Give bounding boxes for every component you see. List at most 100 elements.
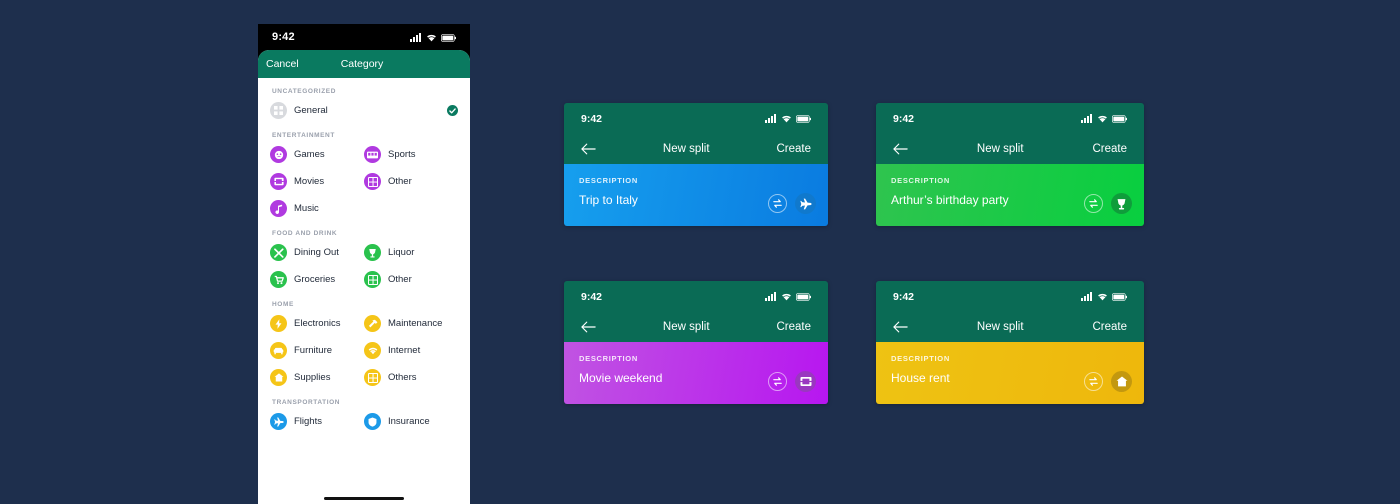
card-status-bar: 9:42 xyxy=(876,103,1144,134)
signal-icon xyxy=(765,292,776,301)
category-item-groceries[interactable]: Groceries xyxy=(270,271,364,288)
card-body: DESCRIPTION House rent xyxy=(876,342,1144,404)
category-item-liquor[interactable]: Liquor xyxy=(364,244,458,261)
swap-icon[interactable] xyxy=(768,194,787,213)
wifi-icon xyxy=(782,115,791,123)
category-sheet: Cancel Category UNCATEGORIZED General EN… xyxy=(258,50,470,504)
status-bar-icons xyxy=(1081,114,1127,123)
card-nav-bar: New split Create xyxy=(564,312,828,342)
category-section-entertainment: ENTERTAINMENT Games Sports Movies Other … xyxy=(270,132,458,217)
home-indicator xyxy=(324,497,404,500)
sheet-title: Category xyxy=(340,58,384,70)
back-arrow-icon[interactable] xyxy=(581,321,596,333)
swap-icon[interactable] xyxy=(1084,372,1103,391)
airplane-icon[interactable] xyxy=(795,193,816,214)
category-item-movies[interactable]: Movies xyxy=(270,173,364,190)
category-label: Movies xyxy=(294,176,325,187)
category-item-electronics[interactable]: Electronics xyxy=(270,315,364,332)
sofa-icon xyxy=(270,342,287,359)
category-label: Others xyxy=(388,372,417,383)
category-section-uncategorized: UNCATEGORIZED General xyxy=(270,88,458,119)
screenshot-stage: 9:42 Cancel Category UNCATEGORIZED Gener… xyxy=(0,0,1400,504)
split-card-trip-to-italy[interactable]: 9:42 New split Create DESCRIPTION Trip t… xyxy=(564,103,828,226)
back-arrow-icon[interactable] xyxy=(893,143,908,155)
hammer-icon xyxy=(364,315,381,332)
category-label: Furniture xyxy=(294,345,333,356)
battery-icon xyxy=(1112,115,1127,123)
category-label: Supplies xyxy=(294,372,331,383)
create-button[interactable]: Create xyxy=(776,143,811,155)
split-card-arthurs-birthday-party[interactable]: 9:42 New split Create DESCRIPTION Arthur… xyxy=(876,103,1144,226)
battery-icon xyxy=(796,115,811,123)
battery-icon xyxy=(1112,293,1127,301)
cancel-button[interactable]: Cancel xyxy=(266,58,299,70)
wifi-icon xyxy=(1098,293,1107,301)
status-bar-time: 9:42 xyxy=(893,290,915,303)
signal-icon xyxy=(1081,114,1092,123)
wine-glass-icon[interactable] xyxy=(1111,193,1132,214)
status-bar-time: 9:42 xyxy=(272,31,295,43)
wifi-icon xyxy=(427,34,436,41)
battery-icon xyxy=(441,33,456,42)
category-item-maintenance[interactable]: Maintenance xyxy=(364,315,458,332)
section-label: TRANSPORTATION xyxy=(272,399,341,406)
card-title: New split xyxy=(662,143,710,155)
category-item-general[interactable]: General xyxy=(270,102,458,119)
category-item-flights[interactable]: Flights xyxy=(270,413,364,430)
category-item-insurance[interactable]: Insurance xyxy=(364,413,458,430)
split-card-movie-weekend[interactable]: 9:42 New split Create DESCRIPTION Movie … xyxy=(564,281,828,404)
grid-icon xyxy=(270,102,287,119)
card-action-icons xyxy=(1084,193,1132,214)
signal-icon xyxy=(410,32,421,42)
category-item-dining-out[interactable]: Dining Out xyxy=(270,244,364,261)
back-arrow-icon[interactable] xyxy=(581,143,596,155)
category-item-games[interactable]: Games xyxy=(270,146,364,163)
signal-icon xyxy=(1081,292,1092,301)
music-note-icon xyxy=(270,200,287,217)
card-title: New split xyxy=(976,321,1024,333)
category-label: Other xyxy=(388,274,412,285)
phone-mockup: 9:42 Cancel Category UNCATEGORIZED Gener… xyxy=(258,24,470,504)
category-item-internet[interactable]: Internet xyxy=(364,342,458,359)
create-button[interactable]: Create xyxy=(776,321,811,333)
category-section-transportation: TRANSPORTATION Flights Insurance xyxy=(270,399,458,430)
split-card-house-rent[interactable]: 9:42 New split Create DESCRIPTION House … xyxy=(876,281,1144,404)
card-status-bar: 9:42 xyxy=(876,281,1144,312)
sheet-nav-bar: Cancel Category xyxy=(258,50,470,78)
category-item-furniture[interactable]: Furniture xyxy=(270,342,364,359)
card-nav-bar: New split Create xyxy=(564,134,828,164)
create-button[interactable]: Create xyxy=(1092,143,1127,155)
house-icon xyxy=(270,369,287,386)
category-item-music[interactable]: Music xyxy=(270,200,364,217)
house-icon[interactable] xyxy=(1111,371,1132,392)
section-label: UNCATEGORIZED xyxy=(272,88,337,95)
category-item-supplies[interactable]: Supplies xyxy=(270,369,364,386)
category-label: Maintenance xyxy=(388,318,443,329)
category-section-food-and-drink: FOOD AND DRINK Dining Out Liquor Groceri… xyxy=(270,230,458,288)
category-item-sports[interactable]: Sports xyxy=(364,146,458,163)
create-button[interactable]: Create xyxy=(1092,321,1127,333)
category-label: Sports xyxy=(388,149,416,160)
category-label: Dining Out xyxy=(294,247,339,258)
card-action-icons xyxy=(768,371,816,392)
film-icon[interactable] xyxy=(795,371,816,392)
card-nav-bar: New split Create xyxy=(876,312,1144,342)
category-label: Groceries xyxy=(294,274,336,285)
category-label: Liquor xyxy=(388,247,415,258)
card-title: New split xyxy=(976,143,1024,155)
airplane-icon xyxy=(270,413,287,430)
status-bar-icons xyxy=(765,292,811,301)
category-item-other-entertainment[interactable]: Other xyxy=(364,173,458,190)
cutlery-icon xyxy=(270,244,287,261)
scoreboard-icon xyxy=(364,146,381,163)
gamepad-icon xyxy=(270,146,287,163)
swap-icon[interactable] xyxy=(1084,194,1103,213)
category-item-others-home[interactable]: Others xyxy=(364,369,458,386)
swap-icon[interactable] xyxy=(768,372,787,391)
back-arrow-icon[interactable] xyxy=(893,321,908,333)
description-label: DESCRIPTION xyxy=(891,354,950,363)
category-label: Insurance xyxy=(388,416,430,427)
wifi-icon xyxy=(1098,115,1107,123)
section-label: FOOD AND DRINK xyxy=(272,230,338,237)
category-item-other-food[interactable]: Other xyxy=(364,271,458,288)
